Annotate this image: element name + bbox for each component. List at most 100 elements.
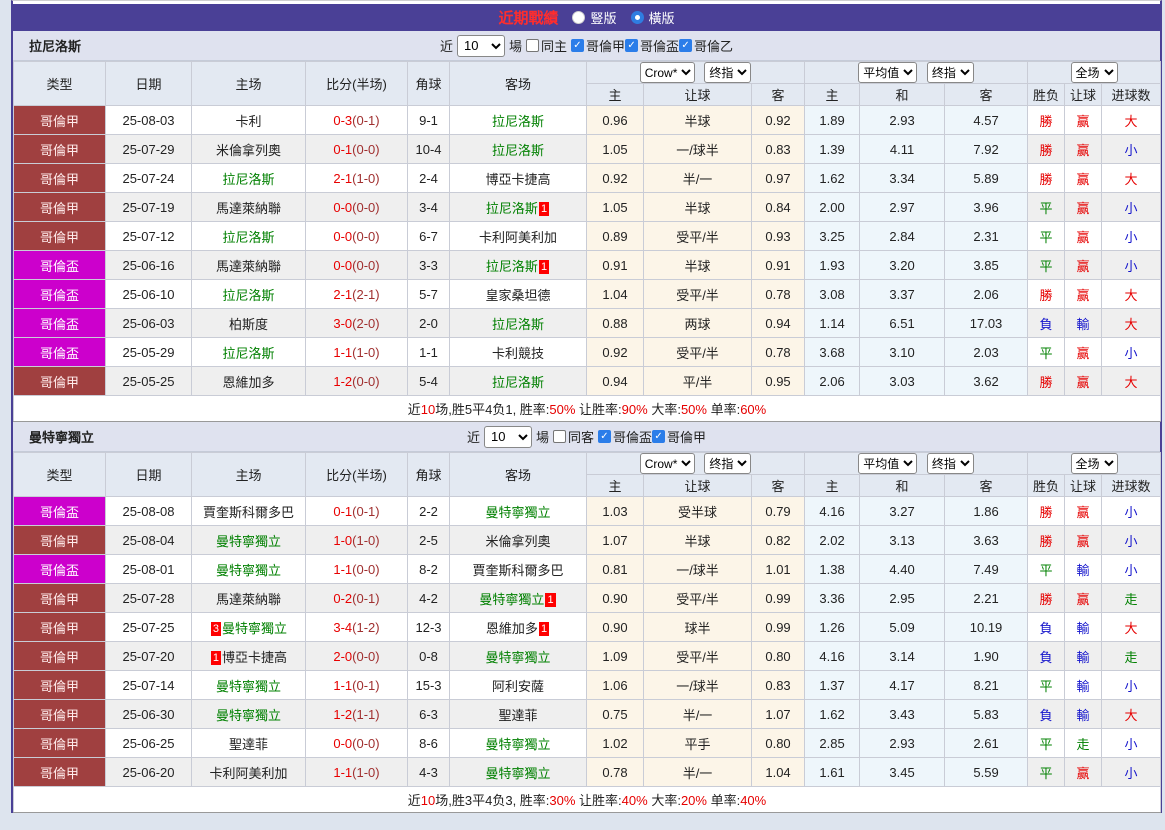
match-row: 哥倫甲 25-06-30 曼特寧獨立 1-2(1-1) 6-3 聖達菲 0.75… [13,699,1162,729]
league-filter[interactable]: 哥倫甲 [571,36,625,55]
league-filter[interactable]: 哥倫盃 [598,427,652,446]
match-row: 哥倫甲 25-06-20 卡利阿美利加 1-1(1-0) 4-3 曼特寧獨立 0… [13,757,1162,787]
score-cell: 0-0(0-0) [305,250,408,280]
away-team-name: 米倫拿列奧 [485,533,551,549]
fulltime-score: 2-0 [333,648,353,664]
same-venue-filter[interactable]: 同主 [525,36,567,55]
match-row: 哥倫盃 25-06-03 柏斯度 3-0(2-0) 2-0 拉尼洛斯 0.88 … [13,308,1162,338]
league-filter[interactable]: 哥倫甲 [652,427,706,446]
checkbox-checked-icon[interactable] [571,39,584,52]
odds-time-select[interactable]: 终指 [704,62,752,83]
league-filter[interactable]: 哥倫乙 [679,36,733,55]
result-winlose: 平 [1027,554,1066,584]
layout-horizontal-option[interactable]: 橫版 [630,8,675,27]
away-team: 卡利阿美利加 [449,221,587,251]
away-team: 恩維加多 1 [449,612,587,642]
col-score: 比分(半场) [305,61,408,106]
avg-away: 1.86 [944,496,1029,526]
score-cell: 0-3(0-1) [305,105,408,135]
checkbox-checked-icon[interactable] [652,430,666,443]
league-filter-label: 哥倫盃 [640,39,680,54]
checkbox-unchecked-icon[interactable] [552,430,566,443]
result-handicap: 赢 [1064,525,1103,555]
summary-segment: 近 [407,793,421,808]
league-type-cell: 哥倫甲 [13,105,106,135]
match-row: 哥倫盃 25-06-16 馬達萊納聯 0-0(0-0) 3-3 拉尼洛斯 1 0.… [13,250,1162,280]
away-team-name: 恩維加多 [485,620,538,636]
col-avg-away: 客 [944,474,1029,497]
score-cell: 2-1(1-0) [305,163,408,193]
scope-select[interactable]: 全场 [1070,62,1118,83]
col-goals: 进球数 [1101,474,1162,497]
result-handicap: 赢 [1064,279,1103,309]
halftime-score: (0-0) [352,648,380,664]
result-handicap: 赢 [1064,105,1103,135]
home-team: 曼特寧獨立 [191,699,306,729]
odds-time-select[interactable]: 终指 [704,453,752,474]
avg-away: 3.63 [944,525,1029,555]
checkbox-checked-icon[interactable] [679,39,693,52]
avg-home: 4.16 [804,641,861,671]
league-filter[interactable]: 哥倫盃 [625,36,679,55]
home-team-name: 曼特寧獨立 [215,707,281,723]
avg-source-select[interactable]: 平均值 [858,453,918,474]
match-row: 哥倫甲 25-07-24 拉尼洛斯 2-1(1-0) 2-4 博亞卡捷高 0.9… [13,163,1162,193]
layout-vertical-option[interactable]: 豎版 [572,8,617,27]
odds-handicap: 半/一 [643,757,752,787]
radio-checked-icon[interactable] [630,11,644,24]
scope-select[interactable]: 全场 [1070,453,1118,474]
avg-home: 2.02 [804,525,861,555]
home-team: 曼特寧獨立 [191,525,306,555]
scope-group: 全场 [1027,61,1162,84]
odds-source-select[interactable]: Crow* [639,62,695,83]
avg-home: 3.36 [804,583,861,613]
avg-time-select[interactable]: 终指 [926,453,974,474]
near-label: 近 [466,430,480,445]
avg-away: 2.31 [944,221,1029,251]
odds-home: 1.05 [586,192,644,222]
team1-header-row: 拉尼洛斯 近 10 場 同主 哥倫甲 哥倫盃 [13,31,1160,61]
radio-unchecked-icon[interactable] [572,11,586,24]
team2-filter-controls: 近 10 場 同客 哥倫盃 哥倫甲 [13,425,1160,448]
odds-home: 1.05 [586,134,644,164]
league-type-cell: 哥倫甲 [13,366,106,396]
avg-away: 5.89 [944,163,1029,193]
avg-away: 10.19 [944,612,1029,642]
home-team: 馬達萊納聯 [191,192,306,222]
same-venue-filter[interactable]: 同客 [552,427,594,446]
odds-home: 1.04 [586,279,644,309]
match-row: 哥倫甲 25-07-12 拉尼洛斯 0-0(0-0) 6-7 卡利阿美利加 0.… [13,221,1162,251]
odds-source-select[interactable]: Crow* [639,453,695,474]
avg-time-select[interactable]: 终指 [926,62,974,83]
odds-home: 0.90 [586,612,644,642]
home-team: 曼特寧獨立 [191,670,306,700]
match-count-select[interactable]: 10 [483,425,532,448]
avg-draw: 3.34 [859,163,946,193]
col-home: 主场 [191,452,306,497]
checkbox-checked-icon[interactable] [625,39,639,52]
avg-draw: 4.17 [859,670,946,700]
match-count-select[interactable]: 10 [456,34,505,57]
league-filters: 哥倫甲 哥倫盃 哥倫乙 [571,36,733,55]
checkbox-unchecked-icon[interactable] [525,39,539,52]
avg-source-select[interactable]: 平均值 [858,62,918,83]
result-goals: 大 [1101,366,1162,396]
avg-away: 7.92 [944,134,1029,164]
result-winlose: 負 [1027,308,1066,338]
result-winlose: 平 [1027,221,1066,251]
col-handicap-result: 让球 [1064,83,1103,106]
checkbox-checked-icon[interactable] [598,430,611,443]
odds-away: 0.78 [750,279,806,309]
page-title: 近期戰績 [498,10,559,27]
odds-away: 0.78 [750,337,806,367]
col-winlose: 胜负 [1027,83,1066,106]
away-team: 聖達菲 [449,699,587,729]
match-row: 哥倫盃 25-05-29 拉尼洛斯 1-1(1-0) 1-1 卡利競技 0.92… [13,337,1162,367]
avg-away: 8.21 [944,670,1029,700]
odds-away: 0.99 [750,612,806,642]
home-team-name: 拉尼洛斯 [222,229,275,245]
odds-home: 0.94 [586,366,644,396]
fulltime-score: 3-4 [333,619,353,635]
odds-home: 0.90 [586,583,644,613]
home-team: 柏斯度 [191,308,306,338]
